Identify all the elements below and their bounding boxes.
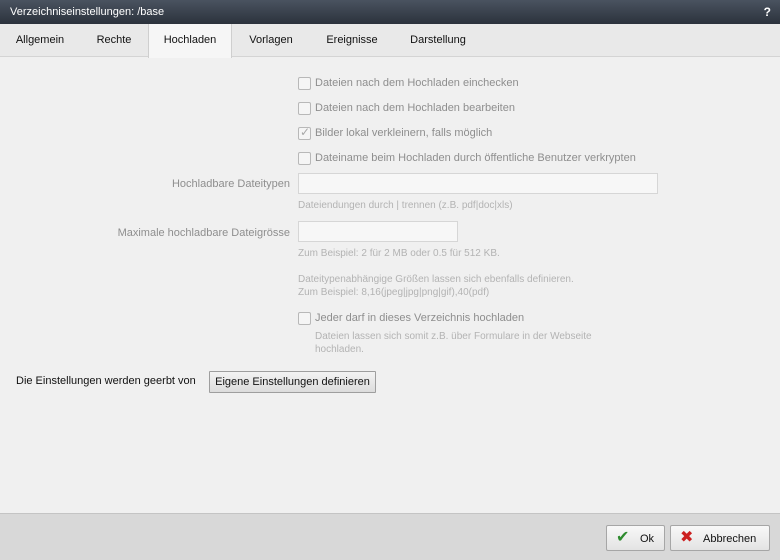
- filetypes-hint: Dateiendungen durch | trennen (z.B. pdf|…: [298, 200, 513, 211]
- define-own-settings-button[interactable]: Eigene Einstellungen definieren: [209, 371, 376, 393]
- tab-bar: Allgemein Rechte Hochladen Vorlagen Erei…: [0, 24, 780, 58]
- window-title: Verzeichniseinstellungen: /base: [10, 6, 165, 18]
- public-upload-checkbox[interactable]: [298, 312, 311, 325]
- tab-allgemein[interactable]: Allgemein: [0, 24, 80, 57]
- tab-content-hochladen: Dateien nach dem Hochladen einchecken Da…: [0, 57, 780, 513]
- cancel-label: Abbrechen: [703, 533, 757, 545]
- cancel-button[interactable]: ✖ Abbrechen: [670, 525, 770, 551]
- filetypes-input[interactable]: [298, 173, 658, 194]
- resize-checkbox[interactable]: ✓: [298, 125, 311, 140]
- close-icon: ✖: [680, 529, 694, 546]
- encrypt-label: Dateiname beim Hochladen durch öffentlic…: [315, 152, 636, 164]
- public-upload-hint-1: Dateien lassen sich somit z.B. über Form…: [315, 331, 592, 342]
- tab-ereignisse[interactable]: Ereignisse: [310, 24, 394, 57]
- checkin-checkbox[interactable]: [298, 77, 311, 90]
- public-upload-label: Jeder darf in dieses Verzeichnis hochlad…: [315, 312, 525, 324]
- resize-label: Bilder lokal verkleinern, falls möglich: [315, 127, 493, 139]
- encrypt-checkbox[interactable]: [298, 152, 311, 165]
- maxsize-hint-types: Dateitypenabhängige Größen lassen sich e…: [298, 274, 574, 285]
- ok-label: Ok: [640, 533, 655, 545]
- edit-checkbox[interactable]: [298, 102, 311, 115]
- tab-rechte[interactable]: Rechte: [80, 24, 148, 57]
- maxsize-hint-types-example: Zum Beispiel: 8,16(jpeg|jpg|png|gif),40(…: [298, 287, 490, 298]
- title-bar: Verzeichniseinstellungen: /base ?: [0, 0, 780, 24]
- dialog-footer: ✔ Ok ✖ Abbrechen: [0, 513, 780, 560]
- edit-label: Dateien nach dem Hochladen bearbeiten: [315, 102, 515, 114]
- inherit-text: Die Einstellungen werden geerbt von: [16, 375, 196, 387]
- checkmark-icon: ✓: [300, 125, 311, 139]
- help-icon[interactable]: ?: [764, 5, 771, 19]
- tab-darstellung[interactable]: Darstellung: [394, 24, 482, 57]
- tab-hochladen[interactable]: Hochladen: [148, 24, 232, 58]
- maxsize-input[interactable]: [298, 221, 458, 242]
- filetypes-label: Hochladbare Dateitypen: [171, 178, 290, 190]
- checkmark-icon: ✔: [616, 529, 630, 546]
- maxsize-hint-example: Zum Beispiel: 2 für 2 MB oder 0.5 für 51…: [298, 248, 500, 259]
- public-upload-hint-2: hochladen.: [315, 344, 364, 355]
- checkin-label: Dateien nach dem Hochladen einchecken: [315, 77, 519, 89]
- ok-button[interactable]: ✔ Ok: [606, 525, 665, 551]
- tab-vorlagen[interactable]: Vorlagen: [232, 24, 310, 57]
- maxsize-label: Maximale hochladbare Dateigrösse: [117, 227, 290, 239]
